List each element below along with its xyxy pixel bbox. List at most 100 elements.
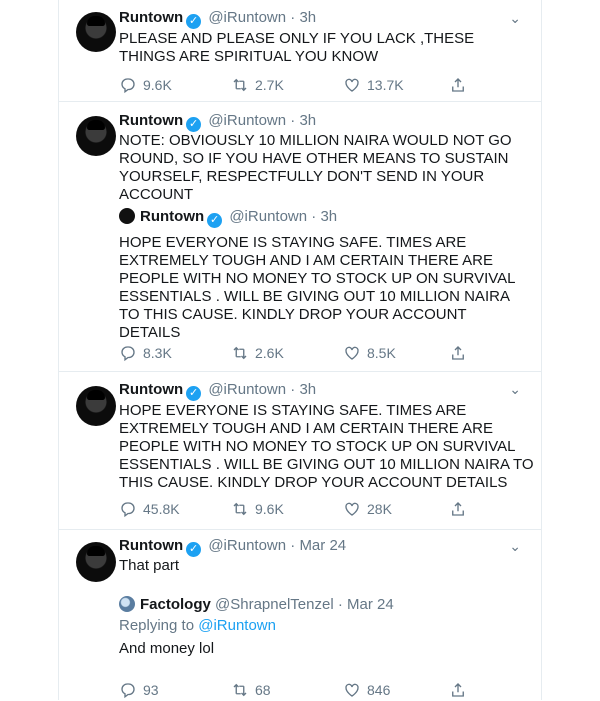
retweet-icon bbox=[233, 502, 247, 516]
verified-icon: ✓ bbox=[186, 117, 202, 132]
avatar[interactable] bbox=[76, 542, 116, 582]
quoted-tweet-header: Factology @ShrapnelTenzel · Mar 24 bbox=[119, 596, 527, 613]
author-name: Runtown bbox=[140, 208, 205, 225]
retweet-icon bbox=[233, 346, 247, 360]
heart-icon bbox=[345, 683, 359, 697]
author-handle[interactable]: @iRuntown bbox=[208, 9, 286, 26]
retweet-count: 2.6K bbox=[255, 345, 284, 361]
quoted-tweet-text: HOPE EVERYONE IS STAYING SAFE. TIMES ARE… bbox=[119, 234, 515, 341]
avatar[interactable] bbox=[76, 116, 116, 156]
tweet[interactable]: Runtown ✓ @iRuntown · Mar 24 ⌄ That part … bbox=[59, 530, 541, 700]
reply-button[interactable]: 93 bbox=[119, 681, 159, 699]
reply-button[interactable]: 8.3K bbox=[119, 344, 172, 362]
reply-count: 9.6K bbox=[143, 77, 172, 93]
share-icon bbox=[452, 502, 464, 516]
share-button[interactable] bbox=[449, 76, 467, 94]
avatar bbox=[119, 208, 135, 224]
tweet[interactable]: Runtown ✓ @iRuntown · 3h ⌄ HOPE EVERYONE … bbox=[59, 372, 541, 530]
share-button[interactable] bbox=[449, 500, 467, 518]
reply-count: 93 bbox=[143, 682, 159, 698]
author-name[interactable]: Runtown bbox=[119, 381, 183, 398]
author-name[interactable]: Runtown bbox=[119, 537, 183, 554]
reply-count: 8.3K bbox=[143, 345, 172, 361]
timestamp[interactable]: Mar 24 bbox=[299, 537, 346, 554]
retweet-icon bbox=[233, 78, 247, 92]
separator: · bbox=[290, 9, 296, 26]
author-handle[interactable]: @iRuntown bbox=[208, 537, 286, 554]
timestamp[interactable]: 3h bbox=[299, 9, 316, 26]
tweet[interactable]: Runtown ✓ @iRuntown · 3h NOTE: OBVIOUSLY … bbox=[59, 102, 541, 372]
heart-icon bbox=[345, 78, 359, 92]
mention-link[interactable]: @iRuntown bbox=[198, 617, 276, 634]
share-icon bbox=[452, 683, 464, 697]
avatar[interactable] bbox=[76, 386, 116, 426]
avatar[interactable] bbox=[76, 12, 116, 52]
tweet-header: Runtown ✓ @iRuntown · 3h bbox=[119, 112, 316, 132]
author-handle[interactable]: @iRuntown bbox=[208, 112, 286, 129]
tweet-text: HOPE EVERYONE IS STAYING SAFE. TIMES ARE… bbox=[119, 402, 534, 491]
replying-to: Replying to @iRuntown bbox=[119, 617, 527, 634]
share-icon bbox=[452, 346, 464, 360]
tweet[interactable]: Runtown ✓ @iRuntown · 3h ⌄ PLEASE AND PLE… bbox=[59, 0, 541, 102]
reply-icon bbox=[121, 502, 135, 518]
reply-button[interactable]: 45.8K bbox=[119, 500, 180, 518]
retweet-button[interactable]: 9.6K bbox=[231, 500, 284, 518]
author-name[interactable]: Runtown bbox=[119, 112, 183, 129]
quoted-tweet-header: Runtown ✓ @iRuntown · 3h bbox=[119, 208, 527, 228]
retweet-count: 9.6K bbox=[255, 501, 284, 517]
tweet-text: PLEASE AND PLEASE ONLY IF YOU LACK ,THES… bbox=[119, 30, 475, 65]
timeline-feed: Runtown ✓ @iRuntown · 3h ⌄ PLEASE AND PLE… bbox=[58, 0, 542, 700]
reply-icon bbox=[121, 346, 135, 362]
avatar bbox=[119, 596, 135, 612]
retweet-count: 68 bbox=[255, 682, 271, 698]
author-handle[interactable]: @iRuntown bbox=[208, 381, 286, 398]
like-button[interactable]: 8.5K bbox=[343, 344, 396, 362]
chevron-down-icon[interactable]: ⌄ bbox=[509, 538, 521, 555]
verified-icon: ✓ bbox=[186, 14, 202, 29]
like-count: 28K bbox=[367, 501, 392, 517]
tweet-header: Runtown ✓ @iRuntown · 3h bbox=[119, 9, 316, 29]
author-name: Factology bbox=[140, 596, 211, 613]
author-handle: @iRuntown bbox=[229, 208, 308, 225]
tweet-actions: 45.8K 9.6K 28K bbox=[119, 500, 519, 520]
verified-icon: ✓ bbox=[186, 542, 202, 557]
retweet-icon bbox=[233, 683, 247, 697]
timestamp[interactable]: 3h bbox=[299, 381, 316, 398]
author-handle: @ShrapnelTenzel bbox=[215, 596, 334, 613]
timestamp[interactable]: 3h bbox=[299, 112, 316, 129]
reply-count: 45.8K bbox=[143, 501, 180, 517]
chevron-down-icon[interactable]: ⌄ bbox=[509, 10, 521, 27]
tweet-text: NOTE: OBVIOUSLY 10 MILLION NAIRA WOULD N… bbox=[119, 132, 512, 203]
separator: · bbox=[290, 381, 296, 398]
separator: · bbox=[290, 537, 296, 554]
like-button[interactable]: 13.7K bbox=[343, 76, 404, 94]
like-count: 846 bbox=[367, 682, 391, 698]
separator: · bbox=[290, 112, 296, 129]
reply-icon bbox=[121, 683, 135, 699]
heart-icon bbox=[345, 502, 359, 516]
like-button[interactable]: 28K bbox=[343, 500, 392, 518]
reply-button[interactable]: 9.6K bbox=[119, 76, 172, 94]
share-button[interactable] bbox=[449, 344, 467, 362]
tweet-header: Runtown ✓ @iRuntown · Mar 24 bbox=[119, 537, 346, 557]
share-button[interactable] bbox=[449, 681, 467, 699]
like-count: 8.5K bbox=[367, 345, 396, 361]
quoted-tweet[interactable]: Factology @ShrapnelTenzel · Mar 24 Reply… bbox=[119, 596, 527, 658]
retweet-button[interactable]: 2.7K bbox=[231, 76, 284, 94]
like-button[interactable]: 846 bbox=[343, 681, 390, 699]
retweet-button[interactable]: 68 bbox=[231, 681, 271, 699]
quoted-tweet-text: And money lol bbox=[119, 640, 215, 657]
timestamp: 3h bbox=[320, 208, 338, 225]
author-name[interactable]: Runtown bbox=[119, 9, 183, 26]
quoted-tweet[interactable]: Runtown ✓ @iRuntown · 3h HOPE EVERYONE IS… bbox=[119, 208, 527, 342]
chevron-down-icon[interactable]: ⌄ bbox=[509, 381, 521, 398]
retweet-button[interactable]: 2.6K bbox=[231, 344, 284, 362]
retweet-count: 2.7K bbox=[255, 77, 284, 93]
tweet-header: Runtown ✓ @iRuntown · 3h bbox=[119, 381, 316, 401]
tweet-actions: 93 68 846 bbox=[119, 681, 519, 701]
tweet-text: That part bbox=[119, 557, 180, 574]
tweet-actions: 8.3K 2.6K 8.5K bbox=[119, 344, 519, 364]
timestamp: Mar 24 bbox=[347, 596, 394, 613]
share-icon bbox=[452, 78, 464, 92]
like-count: 13.7K bbox=[367, 77, 404, 93]
